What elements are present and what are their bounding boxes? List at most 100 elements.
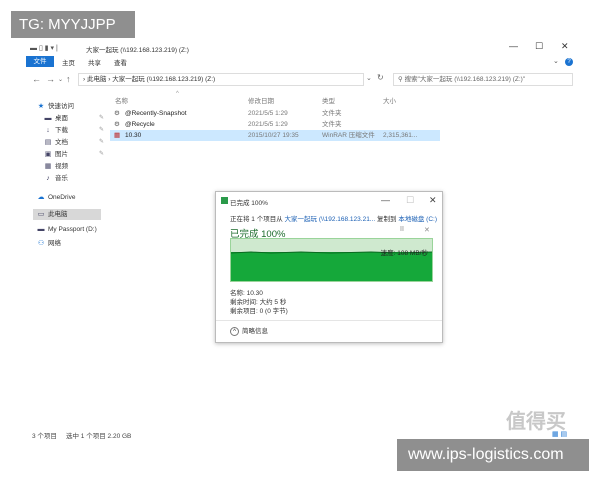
column-header-name[interactable]: 名称	[115, 95, 128, 105]
sidebar-icon: ▬	[37, 226, 45, 233]
file-date: 2015/10/27 19:35	[248, 132, 299, 139]
tab-file[interactable]: 文件	[26, 56, 54, 67]
sidebar-item-label: 快速访问	[48, 103, 74, 110]
file-type: WinRAR 压缩文件	[322, 132, 375, 139]
sidebar-icon: ▣	[44, 151, 52, 158]
file-row[interactable]: ⚙ @Recycle 2021/5/5 1:29 文件夹	[110, 119, 440, 130]
sidebar-icon: ▤	[44, 139, 52, 146]
copy-prefix: 正在将 1 个项目从	[230, 216, 285, 223]
dialog-title: 已完成 100%	[230, 200, 268, 207]
column-header-type[interactable]: 类型	[322, 95, 335, 105]
destination-link[interactable]: 本地磁盘 (C:)	[398, 216, 437, 223]
quick-access-toolbar[interactable]: ▬ ▯ ▮ ▾ |	[30, 44, 58, 52]
search-placeholder: 搜索"大家一起玩 (\\192.168.123.219) (Z:)"	[404, 76, 526, 83]
sidebar-item[interactable]: ▦ 视频	[40, 161, 108, 172]
sidebar-item-label: 此电脑	[48, 211, 68, 218]
less-info-button[interactable]: ^ 简略信息	[230, 325, 268, 336]
minimize-button[interactable]: —	[509, 41, 518, 51]
less-info-label: 简略信息	[242, 328, 268, 335]
sidebar-item[interactable]: ▣ 图片 ✎	[40, 149, 108, 160]
speed-line	[231, 251, 432, 254]
sidebar-item-label: 网络	[48, 240, 61, 247]
watermark-bottom: www.ips-logistics.com	[397, 439, 589, 471]
copy-description: 正在将 1 个项目从 大家一起玩 (\\192.168.123.21... 复制…	[230, 213, 437, 223]
sidebar-item-label: My Passport (D:)	[48, 226, 97, 233]
address-bar[interactable]: › 此电脑 › 大家一起玩 (\\192.168.123.219) (Z:)	[78, 73, 364, 86]
detail-remaining-items: 剩余项目: 0 (0 字节)	[230, 308, 288, 315]
sidebar-icon: ▬	[44, 115, 52, 122]
file-size: 2,315,361...	[383, 132, 418, 139]
copy-progress-dialog: 已完成 100% — ☐ ✕ 正在将 1 个项目从 大家一起玩 (\\192.1…	[215, 191, 443, 343]
sidebar-icon: ★	[37, 103, 45, 110]
sort-indicator-icon: ^	[176, 91, 179, 97]
refresh-button[interactable]: ↻	[377, 73, 384, 82]
file-icon: ⚙	[114, 110, 120, 117]
pause-button[interactable]: II	[400, 226, 404, 233]
column-header-size[interactable]: 大小	[383, 95, 396, 105]
sidebar-item-label: OneDrive	[48, 194, 76, 201]
status-item-count: 3 个项目	[32, 433, 57, 440]
sidebar-item-label: 文档	[55, 139, 68, 146]
file-name: @Recently-Snapshot	[125, 110, 187, 117]
dialog-close-button[interactable]: ✕	[429, 195, 437, 206]
recent-locations-icon[interactable]: ⌄	[58, 76, 63, 83]
maximize-button[interactable]: ☐	[535, 41, 543, 52]
copy-icon	[221, 197, 228, 204]
sidebar-icon: ↓	[46, 127, 50, 134]
sidebar-item-label: 音乐	[55, 175, 68, 182]
file-icon: ▦	[114, 132, 121, 139]
ribbon-expand-icon[interactable]: ⌄	[553, 57, 559, 65]
sidebar-item[interactable]: ☁ OneDrive	[33, 192, 101, 203]
watermark-logo: 值得买	[506, 411, 566, 433]
close-button[interactable]: ✕	[561, 41, 569, 52]
tab-home[interactable]: 主页	[62, 57, 75, 67]
address-dropdown-icon[interactable]: ⌄	[366, 74, 372, 82]
search-input[interactable]: ⚲ 搜索"大家一起玩 (\\192.168.123.219) (Z:)"	[393, 73, 573, 86]
sidebar-item[interactable]: ▭ 此电脑	[33, 209, 101, 220]
sidebar-icon: ▭	[37, 211, 45, 218]
help-icon[interactable]: ?	[565, 58, 573, 66]
pin-icon: ✎	[98, 115, 104, 121]
sidebar-item[interactable]: ↓ 下载 ✎	[40, 125, 108, 136]
file-name: 10.30	[125, 132, 142, 139]
sidebar-icon: ▦	[44, 163, 52, 170]
transfer-speed-graph: 速度: 108 MB/秒	[230, 238, 433, 282]
file-row[interactable]: ▦ 10.30 2015/10/27 19:35 WinRAR 压缩文件 2,315,3…	[110, 130, 440, 141]
dialog-minimize-button[interactable]: —	[381, 195, 390, 205]
sidebar-item[interactable]: ★ 快速访问	[33, 101, 101, 112]
file-row[interactable]: ⚙ @Recently-Snapshot 2021/5/5 1:29 文件夹	[110, 108, 440, 119]
sidebar-item-label: 桌面	[55, 115, 68, 122]
forward-button[interactable]: →	[46, 74, 55, 84]
file-name: @Recycle	[125, 121, 155, 128]
tab-view[interactable]: 查看	[114, 57, 127, 67]
sidebar-item[interactable]: ▬ 桌面 ✎	[40, 113, 108, 124]
sidebar-item[interactable]: ⚇ 网络	[33, 238, 101, 249]
file-date: 2021/5/5 1:29	[248, 110, 288, 117]
cancel-copy-button[interactable]: ✕	[424, 226, 430, 234]
pin-icon: ✎	[98, 127, 104, 133]
pin-icon: ✎	[98, 151, 104, 157]
speed-label: 速度: 108 MB/秒	[380, 250, 428, 257]
dialog-maximize-button: ☐	[406, 195, 415, 205]
file-date: 2021/5/5 1:29	[248, 121, 288, 128]
file-icon: ⚙	[114, 121, 120, 128]
sidebar-icon: ⚇	[37, 240, 45, 247]
chevron-up-icon: ^	[230, 327, 239, 336]
column-header-date[interactable]: 修改日期	[248, 95, 274, 105]
search-icon: ⚲	[398, 76, 405, 83]
sidebar-item-label: 图片	[55, 151, 68, 158]
file-type: 文件夹	[322, 110, 342, 117]
up-button[interactable]: ↑	[66, 74, 71, 84]
source-link[interactable]: 大家一起玩 (\\192.168.123.21...	[285, 216, 376, 223]
sidebar-icon: ♪	[46, 175, 50, 182]
sidebar-item[interactable]: ▬ My Passport (D:)	[33, 224, 101, 235]
pin-icon: ✎	[98, 139, 104, 145]
tab-share[interactable]: 共享	[88, 57, 101, 67]
file-type: 文件夹	[322, 121, 342, 128]
copy-mid: 复制到	[375, 216, 399, 223]
sidebar-item[interactable]: ♪ 音乐	[40, 173, 108, 184]
dialog-separator	[216, 320, 442, 321]
status-selected: 选中 1 个项目 2.20 GB	[66, 433, 132, 440]
sidebar-item[interactable]: ▤ 文档 ✎	[40, 137, 108, 148]
back-button[interactable]: ←	[32, 74, 41, 84]
